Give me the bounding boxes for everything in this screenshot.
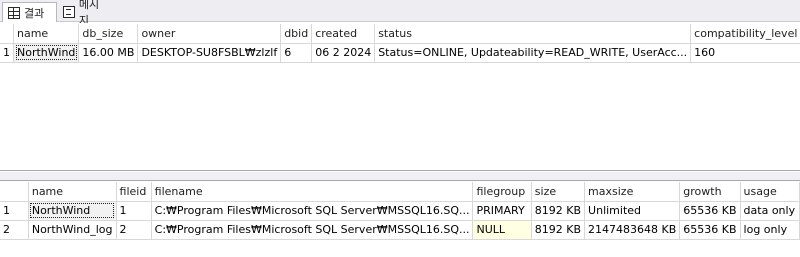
table-cell[interactable]: C:₩Program Files₩Microsoft SQL Server₩MS…	[151, 201, 474, 221]
database-info-table: name db_size owner dbid created status c…	[0, 24, 800, 63]
result-grid-1: name db_size owner dbid created status c…	[0, 23, 800, 171]
table-row[interactable]: 1 NorthWind 16.00 MB DESKTOP-SU8FSBL₩zlz…	[0, 43, 800, 63]
column-header[interactable]: size	[531, 182, 586, 202]
column-header[interactable]: fileid	[116, 182, 152, 202]
row-number[interactable]: 2	[0, 220, 29, 240]
table-cell[interactable]: NorthWind	[28, 201, 117, 221]
table-cell[interactable]: Status=ONLINE, Updateability=READ_WRITE,…	[374, 43, 692, 63]
result-grid-2: name fileid filename filegroup size maxs…	[0, 180, 800, 257]
table-cell[interactable]: 160	[690, 43, 800, 63]
database-files-table: name fileid filename filegroup size maxs…	[0, 182, 800, 240]
table-cell[interactable]: 2147483648 KB	[584, 220, 681, 240]
header-row: name db_size owner dbid created status c…	[0, 24, 800, 44]
column-header[interactable]: filegroup	[472, 182, 532, 202]
column-header[interactable]: usage	[740, 182, 800, 202]
row-number[interactable]: 1	[0, 201, 29, 221]
column-header[interactable]: name	[28, 182, 117, 202]
tab-results[interactable]: 결과	[2, 2, 57, 22]
column-header[interactable]: created	[311, 24, 376, 44]
table-cell[interactable]: 8192 KB	[531, 220, 586, 240]
table-cell[interactable]: 06 2 2024	[311, 43, 376, 63]
table-row[interactable]: 2 NorthWind_log 2 C:₩Program Files₩Micro…	[0, 220, 800, 240]
message-icon	[63, 6, 75, 18]
results-tab-bar: 결과 메시지	[0, 0, 800, 27]
column-header[interactable]: owner	[137, 24, 282, 44]
table-cell[interactable]: 6	[280, 43, 313, 63]
tab-messages[interactable]: 메시지	[58, 0, 114, 27]
table-cell[interactable]: data only	[740, 201, 800, 221]
table-cell[interactable]: 1	[116, 201, 152, 221]
table-cell[interactable]: 8192 KB	[531, 201, 586, 221]
table-cell[interactable]: 65536 KB	[679, 220, 741, 240]
tab-results-label: 결과	[24, 6, 45, 20]
table-cell[interactable]: log only	[740, 220, 800, 240]
row-header-corner[interactable]	[0, 24, 14, 44]
row-number[interactable]: 1	[0, 43, 14, 63]
table-row[interactable]: 1 NorthWind 1 C:₩Program Files₩Microsoft…	[0, 201, 800, 221]
table-cell[interactable]: 2	[116, 220, 152, 240]
grid-icon	[8, 6, 20, 19]
column-header[interactable]: filename	[151, 182, 474, 202]
column-header[interactable]: dbid	[280, 24, 313, 44]
table-cell[interactable]: NorthWind	[13, 43, 80, 63]
row-header-corner[interactable]	[0, 182, 29, 202]
column-header[interactable]: maxsize	[584, 182, 681, 202]
column-header[interactable]: status	[374, 24, 692, 44]
table-cell[interactable]: NorthWind_log	[28, 220, 117, 240]
column-header[interactable]: name	[13, 24, 80, 44]
pane-splitter[interactable]	[0, 172, 800, 180]
table-cell[interactable]: C:₩Program Files₩Microsoft SQL Server₩MS…	[151, 220, 474, 240]
column-header[interactable]: growth	[679, 182, 741, 202]
table-cell[interactable]: 16.00 MB	[78, 43, 139, 63]
column-header[interactable]: compatibility_level	[690, 24, 800, 44]
table-cell[interactable]: 65536 KB	[679, 201, 741, 221]
table-cell[interactable]: DESKTOP-SU8FSBL₩zlzlf	[137, 43, 282, 63]
header-row: name fileid filename filegroup size maxs…	[0, 182, 800, 202]
column-header[interactable]: db_size	[78, 24, 139, 44]
table-cell[interactable]: PRIMARY	[472, 201, 532, 221]
table-cell[interactable]: NULL	[472, 220, 532, 240]
table-cell[interactable]: Unlimited	[584, 201, 681, 221]
